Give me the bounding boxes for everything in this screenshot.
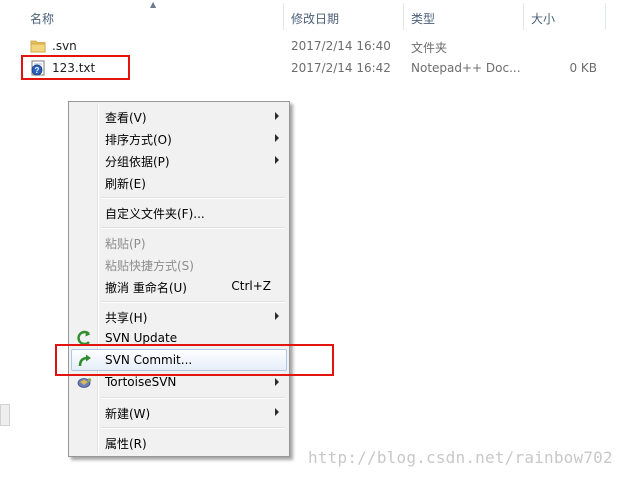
file-name: .svn [52,39,77,53]
file-modified: 2017/2/14 16:40 [291,39,391,53]
column-divider[interactable] [605,3,606,30]
tortoisesvn-icon [76,374,92,390]
scrollbar-stub[interactable] [0,404,10,426]
watermark: http://blog.csdn.net/rainbow702 [308,448,613,467]
file-type: 文件夹 [411,41,448,55]
menu-item-refresh[interactable]: 刷新(E) [71,171,287,193]
submenu-arrow-icon [275,312,279,320]
menu-item-label: 查看(V) [105,111,147,125]
menu-separator [101,427,285,429]
menu-item-label: TortoiseSVN [105,375,177,389]
submenu-arrow-icon [275,408,279,416]
menu-item-label: 刷新(E) [105,177,146,191]
menu-item-group-by[interactable]: 分组依据(P) [71,149,287,171]
menu-item-label: 分组依据(P) [105,155,170,169]
menu-item-label: 粘贴(P) [105,237,146,251]
submenu-arrow-icon [275,134,279,142]
column-header-name[interactable]: 名称 [30,10,54,27]
menu-item-label: SVN Update [105,331,178,345]
context-menu: 查看(V) 排序方式(O) 分组依据(P) 刷新(E) 自定义文件夹(F)...… [68,101,290,457]
file-row-svn-folder[interactable]: .svn 2017/2/14 16:40 文件夹 [0,35,630,57]
column-header: ▲ 名称 修改日期 类型 大小 [0,0,630,30]
menu-item-shortcut: Ctrl+Z [231,279,271,293]
menu-item-label: 自定义文件夹(F)... [105,207,205,221]
menu-item-properties[interactable]: 属性(R) [71,431,287,453]
menu-item-label: 排序方式(O) [105,133,172,147]
menu-item-undo-rename[interactable]: 撤消 重命名(U) Ctrl+Z [71,275,287,297]
menu-item-label: 共享(H) [105,311,148,325]
submenu-arrow-icon [275,156,279,164]
menu-item-label: 新建(W) [105,407,151,421]
file-size: 0 KB [569,61,597,75]
file-type: Notepad++ Doc... [411,61,521,75]
annotation-box-svn-commit [55,344,334,376]
submenu-arrow-icon [275,112,279,120]
menu-item-new[interactable]: 新建(W) [71,401,287,423]
menu-item-customize-folder[interactable]: 自定义文件夹(F)... [71,201,287,223]
menu-separator [101,227,285,229]
menu-separator [101,197,285,199]
menu-separator [101,397,285,399]
folder-icon [30,38,46,54]
menu-item-view[interactable]: 查看(V) [71,105,287,127]
column-header-modified[interactable]: 修改日期 [291,10,339,27]
menu-item-share[interactable]: 共享(H) [71,305,287,327]
column-divider[interactable] [403,3,404,30]
column-divider[interactable] [523,3,524,30]
menu-item-label: 撤消 重命名(U) [105,281,187,295]
file-modified: 2017/2/14 16:42 [291,61,391,75]
menu-item-paste-shortcut: 粘贴快捷方式(S) [71,253,287,275]
annotation-box-file [21,55,130,80]
menu-item-paste: 粘贴(P) [71,231,287,253]
menu-item-label: 属性(R) [105,437,147,451]
menu-item-sort-by[interactable]: 排序方式(O) [71,127,287,149]
menu-item-label: 粘贴快捷方式(S) [105,259,194,273]
sort-ascending-icon: ▲ [150,0,157,9]
column-divider[interactable] [283,3,284,30]
menu-separator [101,301,285,303]
submenu-arrow-icon [275,378,279,386]
column-header-type[interactable]: 类型 [411,10,435,27]
column-header-size[interactable]: 大小 [531,10,555,27]
